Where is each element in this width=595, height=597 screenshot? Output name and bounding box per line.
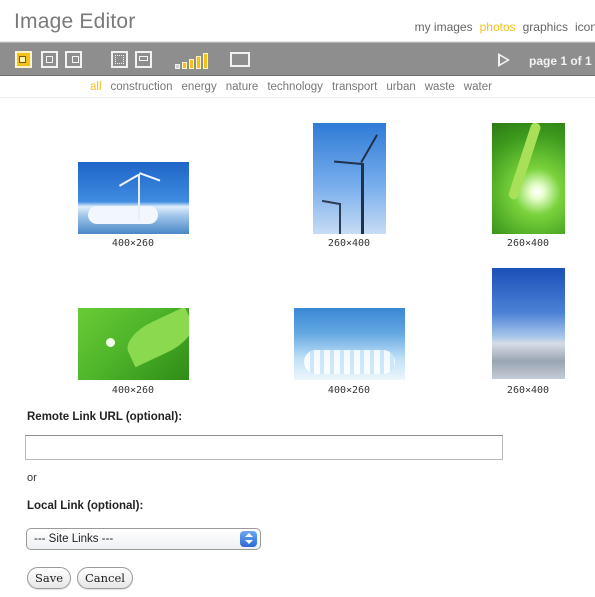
select-arrows-icon <box>240 531 257 547</box>
category-construction[interactable]: construction <box>111 81 173 93</box>
size-selector <box>175 52 208 69</box>
category-waste[interactable]: waste <box>425 81 455 93</box>
align-left-icon[interactable] <box>15 51 32 68</box>
remote-link-input[interactable] <box>25 435 503 460</box>
nav-photos[interactable]: photos <box>480 20 516 34</box>
category-water[interactable]: water <box>464 81 492 93</box>
header: Image Editor my images photos graphics i… <box>0 0 595 42</box>
or-separator: or <box>27 472 37 484</box>
size-2-icon[interactable] <box>182 62 187 69</box>
image-size-label: 260×400 <box>327 238 371 249</box>
green-leaf-drop-image[interactable] <box>492 123 565 234</box>
nav-my-images[interactable]: my images <box>415 20 473 34</box>
image-size-label: 260×400 <box>506 238 550 249</box>
remote-link-label: Remote Link URL (optional): <box>27 411 183 423</box>
image-size-label: 400×260 <box>111 385 155 396</box>
wind-turbine-sky-image[interactable] <box>78 162 189 234</box>
layout-grid-icon[interactable] <box>111 51 128 68</box>
align-center-icon[interactable] <box>41 51 58 68</box>
image-gallery: 400×260 260×400 260×400 400×260 400×260 … <box>0 98 595 398</box>
category-energy[interactable]: energy <box>182 81 217 93</box>
top-nav: my images photos graphics icons <box>415 20 595 34</box>
save-button[interactable]: Save <box>27 567 72 589</box>
category-urban[interactable]: urban <box>386 81 415 93</box>
page-indicator: page 1 of 1 <box>529 54 592 68</box>
align-right-icon[interactable] <box>65 51 82 68</box>
category-technology[interactable]: technology <box>267 81 323 93</box>
play-icon[interactable] <box>498 53 510 67</box>
image-size-label: 260×400 <box>506 385 550 396</box>
category-nature[interactable]: nature <box>226 81 259 93</box>
green-leaf-closeup-image[interactable] <box>78 308 189 380</box>
local-link-select[interactable]: --- Site Links --- <box>26 528 261 550</box>
nav-icons[interactable]: icons <box>575 20 595 34</box>
wind-turbines-tall-image[interactable] <box>313 123 386 234</box>
toolbar: page 1 of 1 <box>0 42 595 76</box>
nav-graphics[interactable]: graphics <box>523 20 568 34</box>
water-wake-image[interactable] <box>294 308 405 380</box>
size-screen-icon[interactable] <box>230 52 250 67</box>
size-1-icon[interactable] <box>175 64 180 69</box>
local-link-label: Local Link (optional): <box>27 500 144 512</box>
app-title: Image Editor <box>14 10 136 33</box>
cancel-button[interactable]: Cancel <box>77 567 133 589</box>
category-all[interactable]: all <box>90 81 102 93</box>
size-5-icon[interactable] <box>203 53 208 69</box>
size-4-icon[interactable] <box>196 56 201 69</box>
category-transport[interactable]: transport <box>332 81 377 93</box>
link-form: Remote Link URL (optional): or Local Lin… <box>0 398 595 597</box>
image-size-label: 400×260 <box>111 238 155 249</box>
size-3-icon[interactable] <box>189 59 194 69</box>
image-size-label: 400×260 <box>327 385 371 396</box>
category-filter: all construction energy nature technolog… <box>0 76 595 98</box>
layout-list-icon[interactable] <box>135 51 152 68</box>
sky-over-sea-image[interactable] <box>492 268 565 379</box>
select-value: --- Site Links --- <box>34 533 114 545</box>
